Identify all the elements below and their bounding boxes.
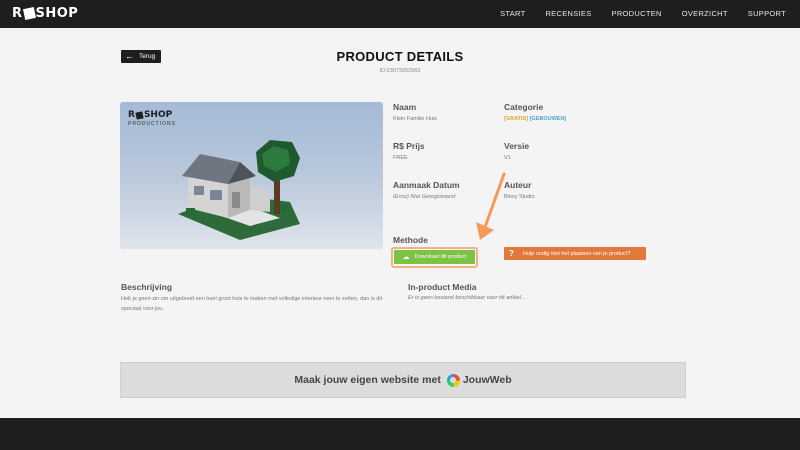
beschrijving-title: Beschrijving	[121, 282, 173, 292]
site-logo[interactable]: R SHOP	[12, 6, 78, 21]
nav-overzicht[interactable]: OVERZICHT	[682, 9, 728, 18]
datum-value: (Error) Niet Geregistreerd	[393, 194, 456, 200]
download-button[interactable]: ☁ Download dit product	[394, 250, 475, 264]
versie-label: Versie	[504, 141, 530, 151]
nav-producten[interactable]: PRODUCTEN	[612, 9, 662, 18]
image-logo-block-icon	[135, 110, 144, 120]
beschrijving-text: Heb je geen zin om uitgebreid een heel g…	[121, 296, 383, 312]
image-watermark-logo: R SHOP	[128, 110, 172, 120]
product-image: R SHOP PRODUCTIONS	[120, 102, 383, 249]
nav-recensies[interactable]: RECENSIES	[545, 9, 591, 18]
logo-text: SHOP	[35, 6, 79, 21]
methode-label: Methode	[393, 235, 428, 245]
ad-text: Maak jouw eigen website met	[294, 374, 441, 386]
categorie-label: Categorie	[504, 102, 544, 112]
media-text: Er is geen bestand beschikbaar voor dit …	[408, 295, 526, 301]
jouwweb-ad-banner[interactable]: Maak jouw eigen website met JouwWeb	[120, 362, 686, 398]
image-logo-letter: R	[128, 110, 135, 120]
versie-value: V1	[504, 155, 511, 161]
prijs-value: FREE	[393, 155, 408, 161]
tag-gratis[interactable]: [GRATIS]	[504, 116, 528, 122]
image-logo-subtitle: PRODUCTIONS	[128, 121, 176, 127]
main-nav: START RECENSIES PRODUCTEN OVERZICHT SUPP…	[500, 9, 786, 18]
product-id: ID:23073052963	[379, 68, 421, 74]
footer	[0, 418, 800, 450]
nav-start[interactable]: START	[500, 9, 525, 18]
media-title: In-product Media	[408, 282, 477, 292]
jouwweb-logo-icon	[446, 373, 460, 387]
tag-gebouwen[interactable]: [GEBOUWEN]	[530, 116, 567, 122]
datum-label: Aanmaak Datum	[393, 180, 460, 190]
jouwweb-logo: JouwWeb	[446, 373, 512, 387]
logo-block-icon	[22, 6, 36, 21]
jouwweb-brand: JouwWeb	[462, 374, 512, 386]
help-button[interactable]: ? Hulp nodig met het plaatsen van je pro…	[504, 247, 646, 260]
naam-value: Klein Familie Huis	[393, 116, 438, 122]
page-title: PRODUCT DETAILS	[336, 49, 464, 64]
download-button-label: Download dit product	[414, 254, 467, 260]
prijs-label: R$ Prijs	[393, 141, 425, 151]
arrow-annotation-icon	[476, 172, 506, 240]
naam-label: Naam	[393, 102, 417, 112]
help-button-label: Hulp nodig met het plaatsen van je produ…	[522, 250, 631, 257]
logo-letter: R	[12, 6, 23, 21]
house-model-icon	[178, 140, 300, 240]
categorie-value: [GRATIS] [GEBOUWEN]	[504, 116, 566, 122]
cloud-download-icon: ☁	[402, 254, 410, 261]
nav-support[interactable]: SUPPORT	[748, 9, 786, 18]
question-icon: ?	[509, 249, 514, 258]
top-navigation-bar: R SHOP START RECENSIES PRODUCTEN OVERZICH…	[0, 0, 800, 28]
image-logo-text: SHOP	[143, 110, 173, 120]
